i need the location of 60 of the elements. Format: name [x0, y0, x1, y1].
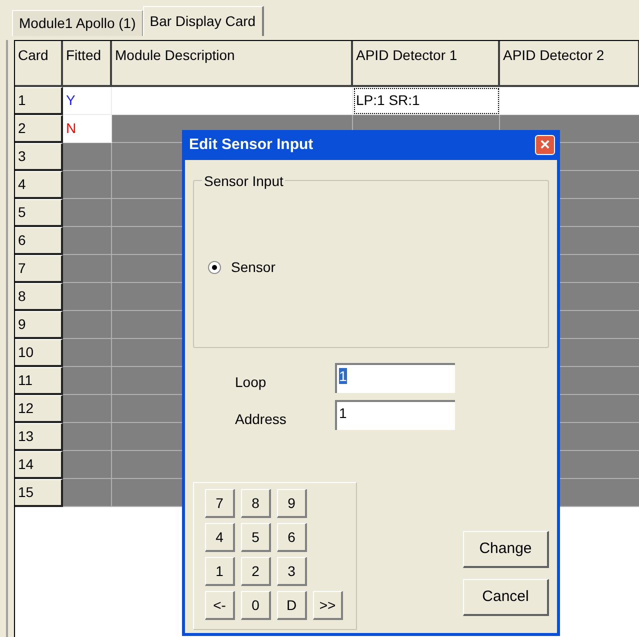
row-header: 8: [15, 283, 63, 311]
row-header: 12: [15, 395, 63, 423]
keypad-key[interactable]: 6: [277, 523, 307, 552]
column-header: Module Description: [112, 41, 353, 87]
keypad-key[interactable]: 3: [277, 557, 307, 586]
row-header: 3: [15, 143, 63, 171]
keypad-key[interactable]: 2: [241, 557, 271, 586]
table-cell: [63, 423, 112, 451]
keypad-key[interactable]: <-: [205, 591, 235, 620]
keypad-key[interactable]: >>: [313, 591, 343, 620]
table-cell: [63, 227, 112, 255]
fitted-value: N: [66, 120, 76, 136]
field-label: Loop: [234, 373, 268, 392]
keypad-key[interactable]: D: [277, 591, 307, 620]
row-header: 6: [15, 227, 63, 255]
row-header: 4: [15, 171, 63, 199]
table-cell: [63, 171, 112, 199]
dialog-button[interactable]: Cancel: [463, 579, 549, 616]
row-header: 11: [15, 367, 63, 395]
table-cell[interactable]: LP:1 SR:1: [353, 87, 500, 115]
row-header: 5: [15, 199, 63, 227]
row-header: 15: [15, 479, 63, 507]
close-button[interactable]: ×: [535, 135, 555, 155]
input-field[interactable]: 1: [335, 362, 455, 392]
row-header: 7: [15, 255, 63, 283]
row-header: 2: [15, 115, 63, 143]
row-header: 14: [15, 451, 63, 479]
row-header: 1: [15, 87, 63, 115]
keypad-key[interactable]: 8: [241, 489, 271, 518]
tab[interactable]: Module1 Apollo (1): [12, 10, 143, 36]
table-cell: [63, 339, 112, 367]
table-cell: [63, 255, 112, 283]
field-label: Address: [234, 410, 288, 429]
column-header: Fitted: [63, 41, 112, 87]
dialog-button[interactable]: Change: [463, 531, 549, 568]
table-cell: [63, 283, 112, 311]
row-header: 13: [15, 423, 63, 451]
dialog-title: Edit Sensor Input: [189, 134, 314, 155]
tab[interactable]: Bar Display Card: [142, 6, 264, 36]
column-header: APID Detector 1: [353, 41, 500, 87]
column-header: APID Detector 2: [500, 41, 639, 87]
keypad-key[interactable]: 5: [241, 523, 271, 552]
table-cell: [63, 143, 112, 171]
column-header: Card: [15, 41, 63, 87]
row-header: 10: [15, 339, 63, 367]
table-cell: [63, 395, 112, 423]
keypad-key[interactable]: 1: [205, 557, 235, 586]
table-cell: [63, 479, 112, 507]
row-header: 9: [15, 311, 63, 339]
table-cell: [63, 367, 112, 395]
keypad-key[interactable]: 0: [241, 591, 271, 620]
input-field[interactable]: 1: [335, 400, 455, 430]
keypad-key[interactable]: 4: [205, 523, 235, 552]
table-cell: [63, 311, 112, 339]
table-cell: [63, 199, 112, 227]
keypad-key[interactable]: 7: [205, 489, 235, 518]
table-cell: [63, 451, 112, 479]
fitted-value: Y: [66, 92, 76, 108]
keypad-key[interactable]: 9: [277, 489, 307, 518]
radio-button[interactable]: Sensor: [208, 257, 276, 278]
